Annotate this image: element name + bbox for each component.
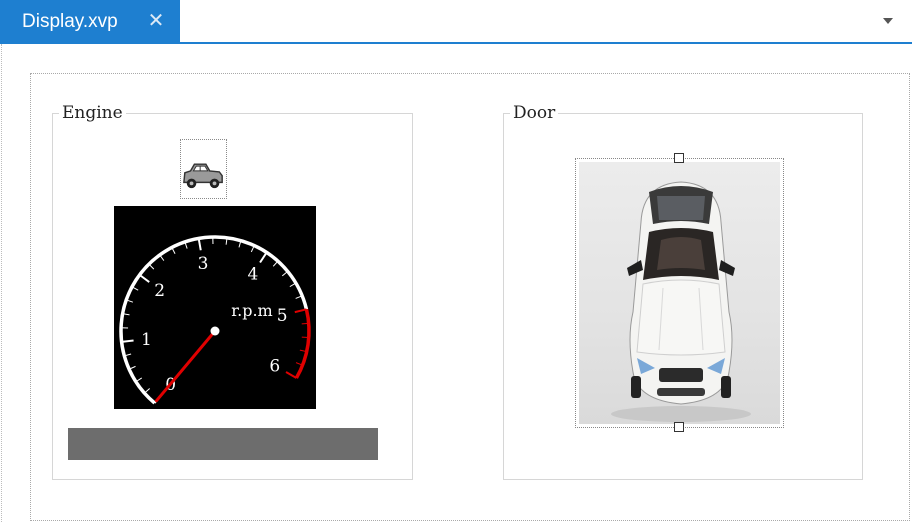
chevron-down-icon[interactable] <box>880 14 896 28</box>
gauge-minor-tick <box>135 377 143 383</box>
resize-handle-bottom[interactable] <box>674 422 684 432</box>
gauge-minor-tick <box>148 263 155 270</box>
gauge-major-tick <box>197 238 202 251</box>
vehicle-image <box>579 162 780 424</box>
close-icon[interactable]: ✕ <box>146 11 166 31</box>
vehicle-picture-control[interactable] <box>575 158 784 428</box>
gauge-tick-label: 1 <box>141 330 152 350</box>
gauge-minor-tick <box>144 388 151 394</box>
door-group-title: Door <box>510 102 559 124</box>
gauge-major-tick <box>285 371 297 379</box>
gauge-minor-tick <box>159 254 165 261</box>
car-icon <box>183 163 223 189</box>
tab-display-xvp[interactable]: Display.xvp ✕ <box>0 0 180 44</box>
gauge-minor-tick <box>301 322 309 325</box>
gauge-tick-label: 3 <box>198 254 209 274</box>
gauge-needle <box>155 329 217 403</box>
gauge-tick-label: 2 <box>154 281 165 301</box>
gauge-tick-label: 5 <box>277 306 288 326</box>
gauge-major-tick <box>294 308 307 314</box>
gauge-redline-arc <box>294 308 311 379</box>
gauge-major-tick <box>139 274 150 283</box>
gauge-tick-label: 6 <box>269 357 280 377</box>
engine-group-title: Engine <box>59 102 126 124</box>
gauge-hub <box>210 326 220 336</box>
gauge-tick-label: 4 <box>248 264 259 284</box>
gauge-minor-tick <box>281 271 289 277</box>
tab-label: Display.xvp <box>22 11 118 32</box>
level-bar[interactable] <box>68 428 378 460</box>
rpm-gauge[interactable]: r.p.m 0123456 <box>114 206 316 409</box>
gauge-major-tick <box>121 339 134 343</box>
car-symbol-control[interactable] <box>180 139 227 199</box>
document-tab-strip: Display.xvp ✕ <box>0 0 912 44</box>
resize-handle-top[interactable] <box>674 153 684 163</box>
gauge-minor-tick <box>272 260 279 267</box>
gauge-major-tick <box>259 251 268 264</box>
gauge-unit-label: r.p.m <box>231 301 272 320</box>
